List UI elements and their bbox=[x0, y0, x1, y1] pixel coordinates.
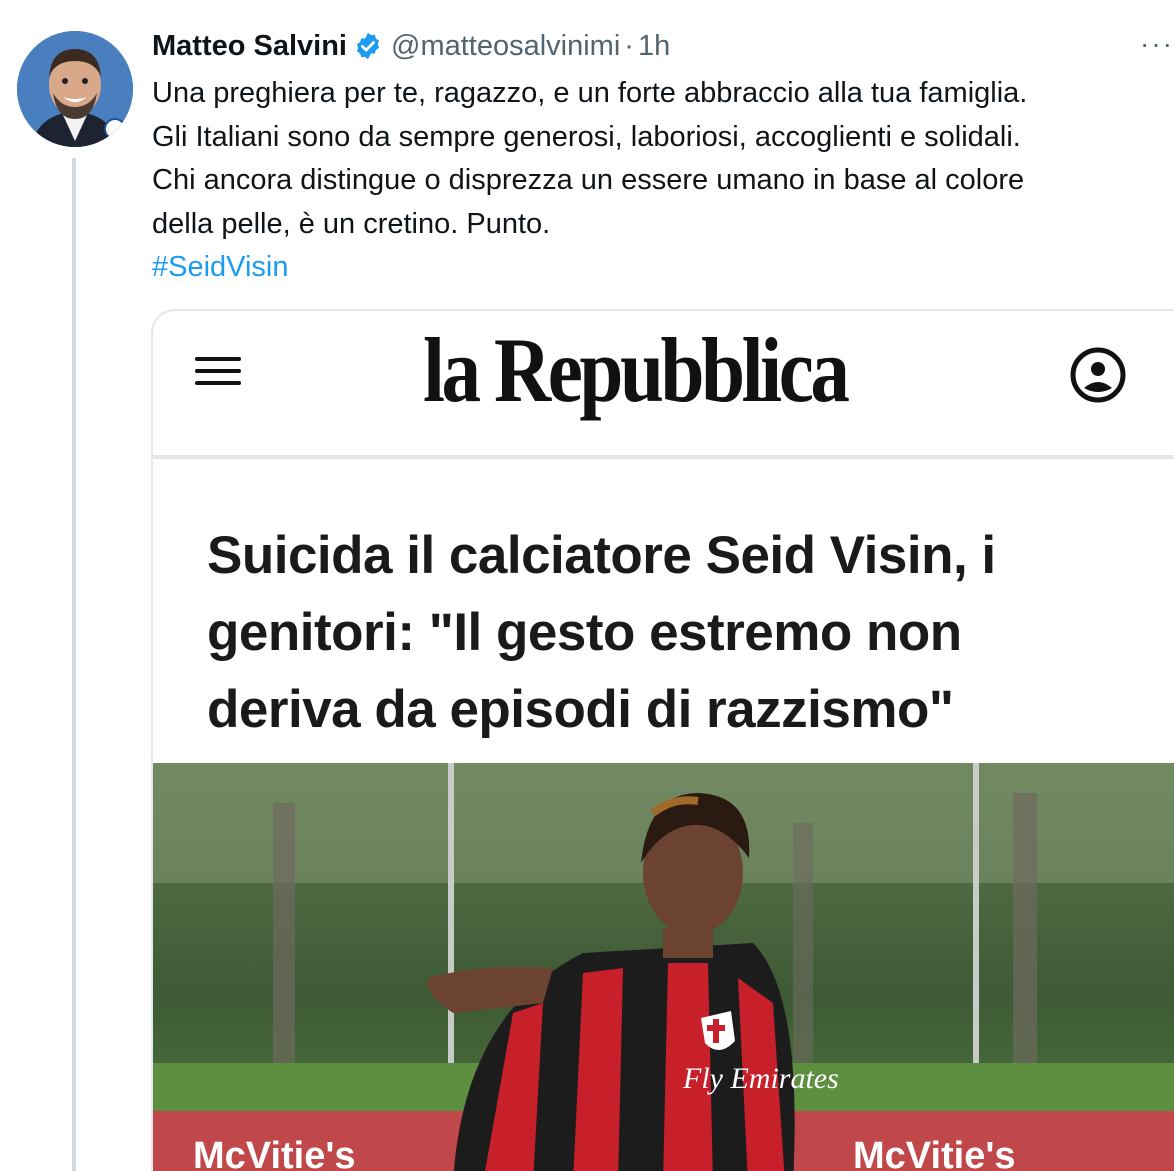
verified-badge-icon bbox=[353, 31, 383, 61]
more-options-icon[interactable]: ··· bbox=[1140, 30, 1174, 58]
avatar-image bbox=[17, 31, 133, 147]
article-headline: Suicida il calciatore Seid Visin, i geni… bbox=[207, 517, 1107, 748]
avatar[interactable] bbox=[17, 31, 133, 147]
hamburger-menu-icon bbox=[195, 357, 241, 385]
football-player-photo: McVitie's McVitie's Fly Emirates bbox=[153, 763, 1174, 1171]
author-handle[interactable]: @matteosalvinimi bbox=[391, 30, 620, 63]
thread-line bbox=[72, 158, 76, 1171]
tweet-text-line: Una preghiera per te, ragazzo, e un fort… bbox=[152, 77, 1028, 109]
photo-banner-text-right: McVitie's bbox=[853, 1135, 1016, 1171]
photo-banner-text-left: McVitie's bbox=[193, 1135, 356, 1171]
headline-line: deriva da episodi di razzismo" bbox=[207, 680, 954, 739]
user-account-icon bbox=[1069, 346, 1127, 404]
author-name[interactable]: Matteo Salvini bbox=[152, 30, 347, 63]
tweet-text-line: Chi ancora distingue o disprezza un esse… bbox=[152, 164, 1025, 196]
tweet-timestamp[interactable]: 1h bbox=[638, 30, 670, 63]
hashtag-link[interactable]: #SeidVisin bbox=[152, 251, 289, 283]
header-separator: · bbox=[624, 29, 634, 62]
tweet[interactable]: Matteo Salvini @matteosalvinimi · 1h ···… bbox=[0, 0, 1174, 1171]
article-photo: McVitie's McVitie's Fly Emirates bbox=[153, 763, 1174, 1171]
tweet-header: Matteo Salvini @matteosalvinimi · 1h bbox=[152, 26, 670, 66]
photo-shirt-text: Fly Emirates bbox=[682, 1062, 839, 1095]
tweet-text-line: della pelle, è un cretino. Punto. bbox=[152, 207, 551, 240]
tweet-text-line: Gli Italiani sono da sempre generosi, la… bbox=[152, 120, 1021, 153]
site-logo: la Repubblica bbox=[423, 319, 850, 421]
headline-line: genitori: "Il gesto estremo non bbox=[207, 603, 962, 662]
attached-image-card[interactable]: la Repubblica Suicida il calciatore Seid… bbox=[151, 309, 1174, 1171]
site-header: la Repubblica bbox=[153, 311, 1174, 459]
headline-line: Suicida il calciatore Seid Visin, i bbox=[207, 526, 996, 585]
tweet-text: Una preghiera per te, ragazzo, e un fort… bbox=[152, 72, 1162, 290]
